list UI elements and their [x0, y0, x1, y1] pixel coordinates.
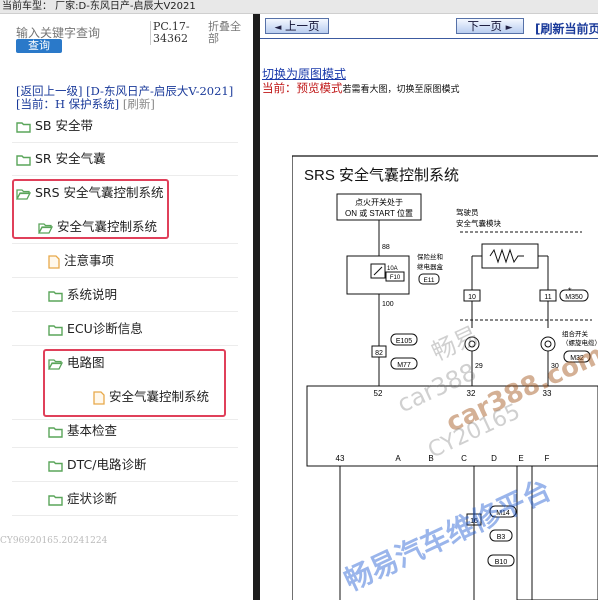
connector-e105: E105 — [396, 338, 412, 345]
separator — [12, 515, 238, 516]
ignition-label-2: ON 或 START 位置 — [345, 208, 413, 218]
search-button[interactable]: 查询 — [16, 39, 62, 53]
driver-airbag-label-2: 安全气囊模块 — [456, 218, 501, 228]
panel-divider[interactable] — [253, 14, 260, 600]
next-page-label: 下一页 — [467, 19, 502, 33]
tree-item-label: ECU诊断信息 — [67, 321, 143, 336]
prev-page-label: 上一页 — [285, 19, 320, 33]
highlight-box-circuit — [43, 349, 226, 417]
left-panel: 查询 PC.17-34362 折叠全部 [返回上一级] [D-东风日产-启辰大V… — [0, 14, 253, 600]
tree-item-sb[interactable]: SB 安全带 — [16, 114, 93, 138]
connector-b3: B3 — [497, 534, 506, 541]
pin-11: 11 — [544, 294, 551, 301]
document-icon — [48, 254, 60, 269]
preview-hint: 若需看大图，切换至原图模式 — [342, 85, 460, 95]
fuse-box-label-2: 继电器盒 — [417, 262, 444, 271]
tree-item-label: 注意事项 — [64, 253, 115, 268]
pin-33: 33 — [543, 389, 552, 398]
preview-current-label: 当前： — [262, 81, 297, 95]
separator — [12, 277, 238, 278]
pin-b: B — [428, 454, 433, 463]
pin-10: 10 — [468, 294, 476, 301]
separator — [12, 243, 238, 244]
fuse-connector: E11 — [423, 277, 434, 284]
tree-item-label: DTC/电路诊断 — [67, 457, 147, 472]
top-bar: 当前车型： 厂家:D-东风日产-启辰大V2021 — [0, 0, 598, 14]
separator — [12, 311, 238, 312]
tree-item-label: 基本检查 — [67, 423, 118, 438]
tree-item-precautions[interactable]: 注意事项 — [48, 249, 114, 273]
connector-b10: B10 — [495, 559, 508, 566]
current-label: [当前：H 保护系统] — [16, 97, 120, 111]
pin-43: 43 — [336, 454, 345, 463]
folder-icon — [48, 290, 63, 302]
circuit-diagram: SRS 安全气囊控制系统 点火开关处于 ON 或 START 位置 88 10A… — [292, 155, 598, 600]
current-location: [当前：H 保护系统] [刷新] — [16, 96, 155, 112]
diagram-title: SRS 安全气囊控制系统 — [304, 166, 459, 184]
tree-item-label: SR 安全气囊 — [35, 151, 106, 166]
connector-m350: M350 — [565, 294, 583, 301]
ignition-label-1: 点火开关处于 — [355, 197, 403, 207]
combo-switch-label-1: 组合开关 — [562, 329, 589, 338]
nav-divider — [260, 38, 598, 39]
fuse-box-label-1: 保险丝和 — [417, 252, 443, 261]
folder-icon — [48, 324, 63, 336]
refresh-current-page-link[interactable]: [刷新当前页 — [535, 20, 598, 37]
wire-88: 88 — [382, 244, 390, 251]
pin-c: C — [461, 454, 467, 463]
pin-d: D — [491, 454, 497, 463]
footer-id: CY96920165.20241224 — [0, 536, 108, 546]
pin-29: 29 — [475, 363, 483, 370]
folder-icon — [48, 460, 63, 472]
folder-icon — [16, 121, 31, 133]
separator — [12, 481, 238, 482]
tree-item-system-description[interactable]: 系统说明 — [48, 283, 117, 307]
arrow-right-icon: ► — [505, 23, 513, 33]
pin-a: A — [395, 454, 401, 463]
wire-100: 100 — [382, 301, 394, 308]
fuse-id: F10 — [390, 275, 401, 281]
tree-item-dtc-circuit[interactable]: DTC/电路诊断 — [48, 453, 146, 477]
tree-item-symptom-diagnosis[interactable]: 症状诊断 — [48, 487, 117, 511]
separator — [12, 345, 238, 346]
tree-item-label: 系统说明 — [67, 287, 118, 302]
prev-page-button[interactable]: ◄ 上一页 — [265, 18, 329, 34]
tree-item-ecu-diagnosis[interactable]: ECU诊断信息 — [48, 317, 143, 341]
separator — [12, 419, 238, 420]
tree-item-basic-check[interactable]: 基本检查 — [48, 419, 117, 443]
combo-switch-label-2: （螺旋电缆） — [562, 338, 598, 347]
refresh-link[interactable]: [刷新] — [123, 97, 155, 111]
content-panel: ◄ 上一页 下一页 ► [刷新当前页 切换为原图模式 当前：预览模式若需看大图，… — [260, 14, 598, 600]
pin-52: 52 — [374, 389, 383, 398]
connector-m14: M14 — [496, 510, 510, 517]
separator — [12, 142, 238, 143]
pin-32: 32 — [467, 389, 476, 398]
fuse-amp: 10A — [387, 266, 398, 272]
pin-30: 30 — [551, 363, 559, 370]
driver-airbag-label-1: 驾驶员 — [456, 207, 479, 217]
connector-m32: M32 — [570, 355, 584, 362]
wire-82: 82 — [375, 350, 383, 357]
next-page-button[interactable]: 下一页 ► — [456, 18, 524, 34]
folder-icon — [48, 494, 63, 506]
pin-f: F — [545, 454, 550, 463]
pin-e: E — [518, 454, 523, 463]
preview-mode-label: 预览模式 — [296, 81, 343, 95]
preview-mode-line: 当前：预览模式若需看大图，切换至原图模式 — [262, 80, 460, 96]
tree-item-label: SB 安全带 — [35, 118, 93, 133]
folder-icon — [16, 154, 31, 166]
separator — [12, 447, 238, 448]
tree-item-sr[interactable]: SR 安全气囊 — [16, 147, 106, 171]
connector-m77: M77 — [397, 362, 411, 369]
pc-code: PC.17-34362 — [150, 21, 193, 45]
fold-all-link[interactable]: 折叠全部 — [208, 21, 248, 45]
separator — [12, 175, 238, 176]
arrow-left-icon: ◄ — [274, 23, 282, 33]
folder-icon — [48, 426, 63, 438]
highlight-box-srs — [12, 179, 169, 239]
tree-item-label: 症状诊断 — [67, 491, 118, 506]
